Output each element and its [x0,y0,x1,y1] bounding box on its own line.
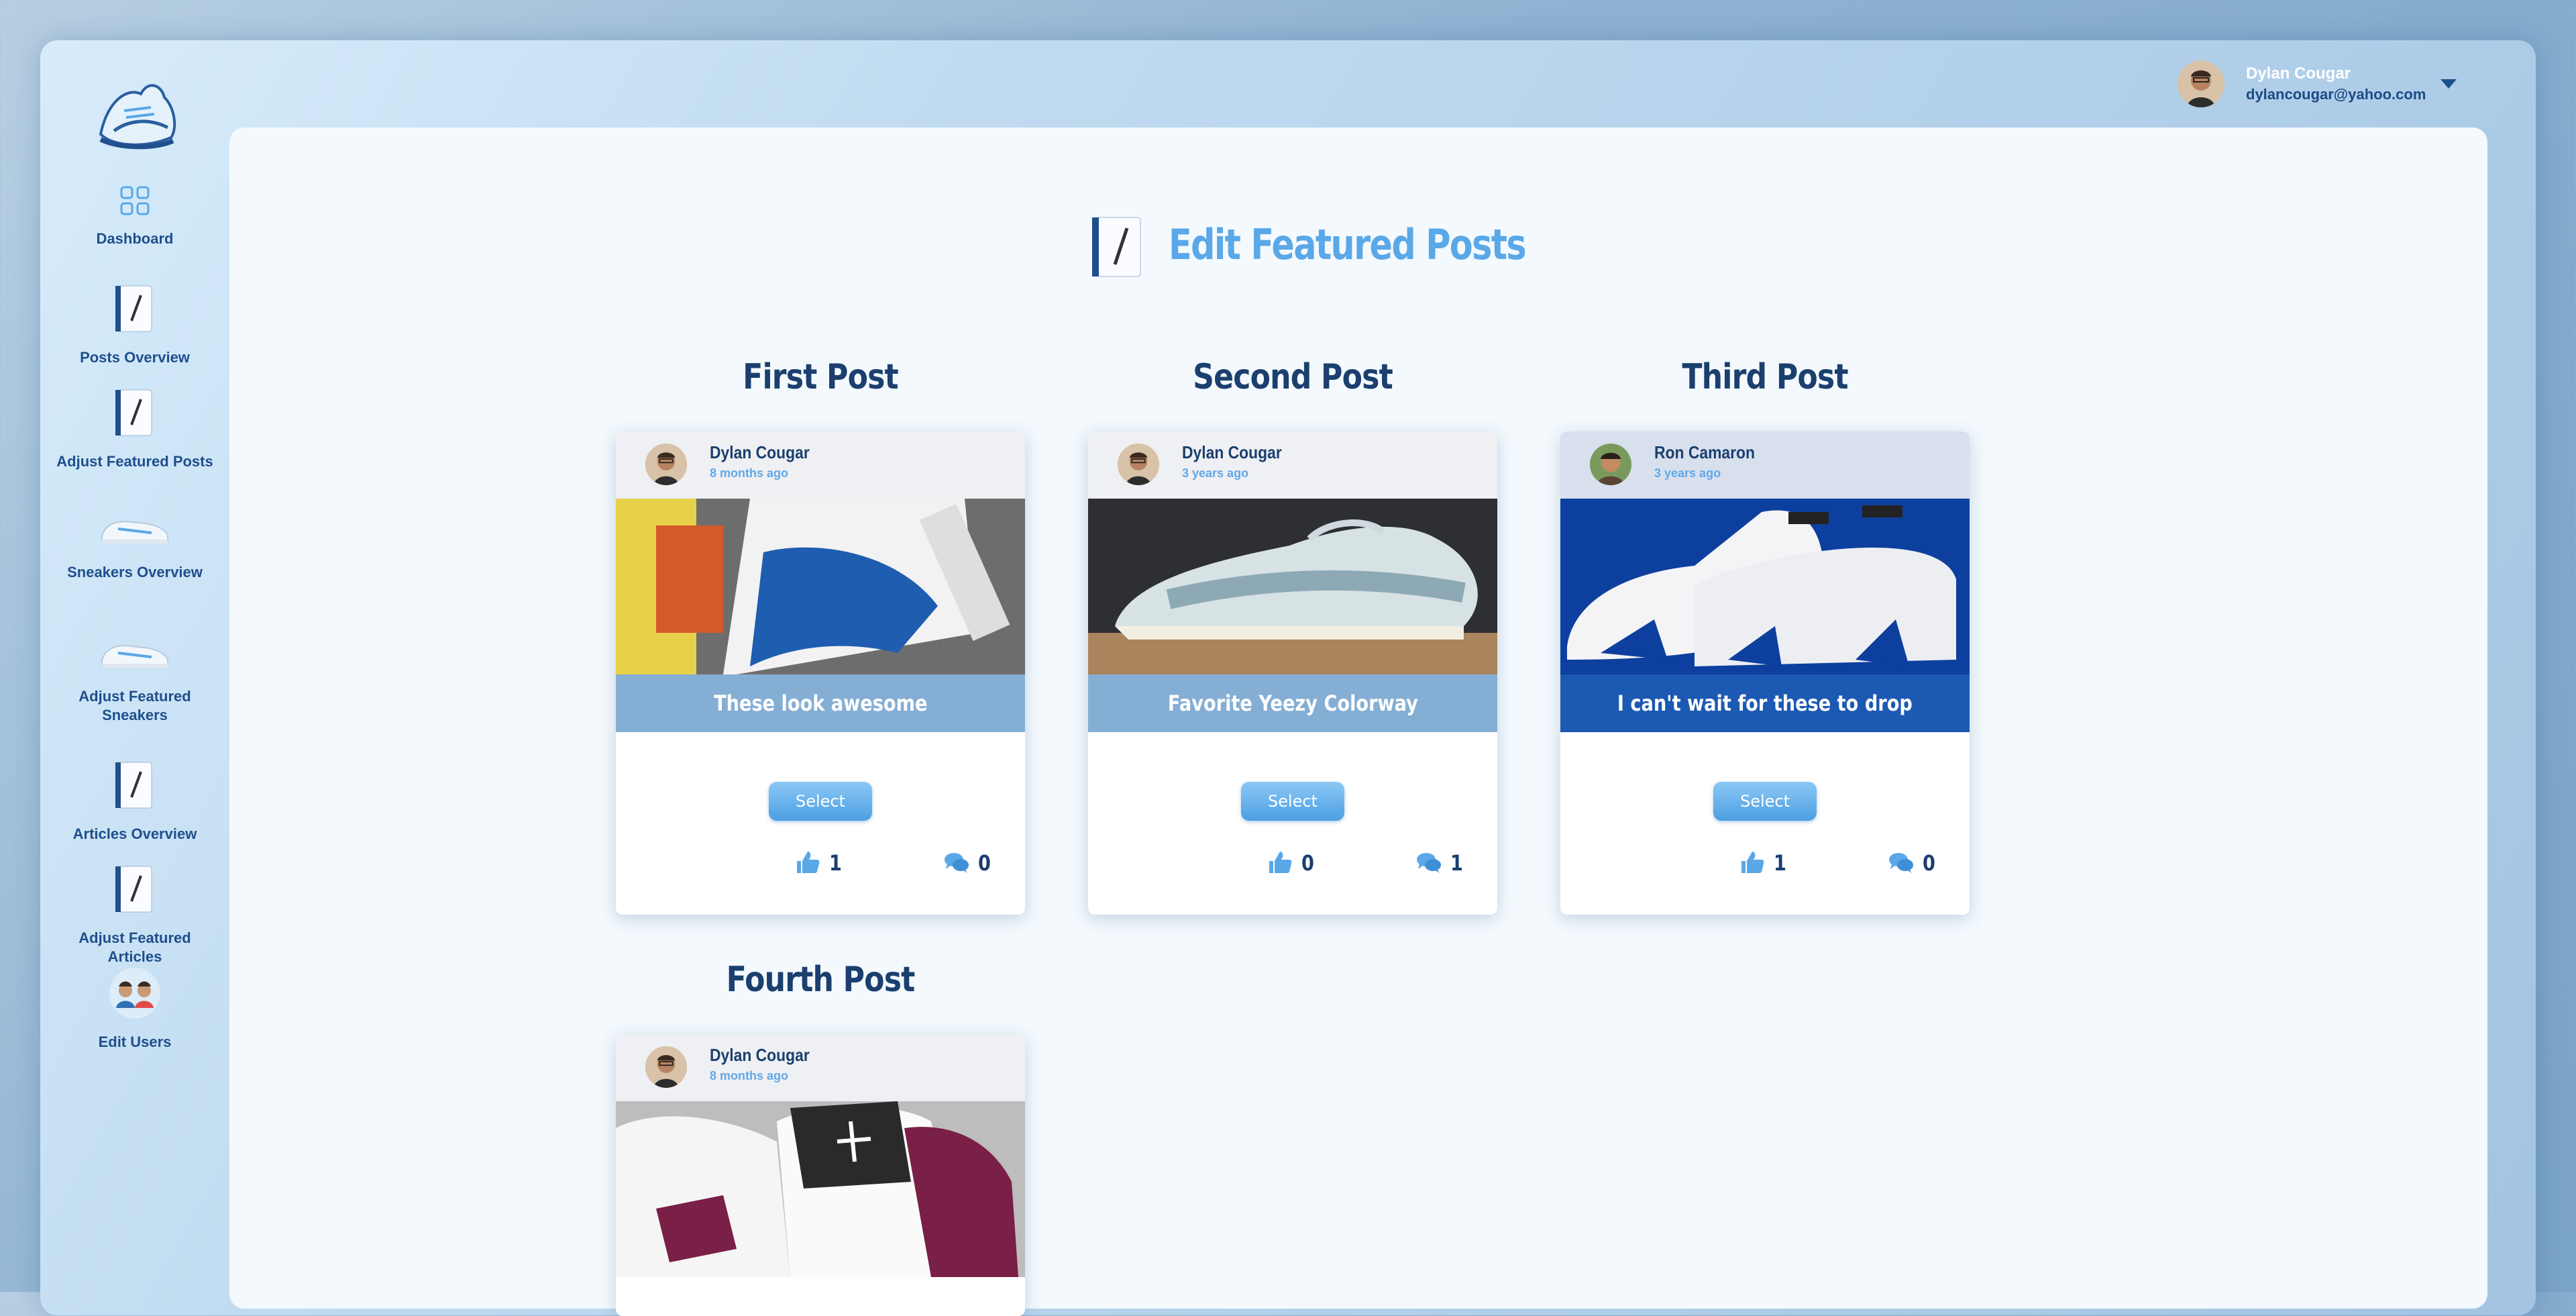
post-caption: I can't wait for these to drop [1560,674,1970,732]
avatar [2178,60,2224,107]
post-author: Dylan Cougar [710,442,810,462]
chevron-down-icon[interactable] [2440,79,2457,89]
select-button[interactable]: Select [1241,782,1344,821]
post-card[interactable]: Dylan Cougar 8 months ago [616,1034,1025,1316]
card-header: Dylan Cougar 8 months ago [616,1034,1025,1101]
sidebar-item-adjust-featured-articles[interactable]: Adjust Featured Articles [40,862,229,966]
slot-title: Fourth Post [726,960,916,1000]
card-header: Dylan Cougar 3 years ago [1088,432,1497,499]
sidebar-item-sneakers-overview[interactable]: Sneakers Overview [40,503,229,582]
comments-icon [943,853,970,878]
sidebar-item-adjust-featured-sneakers[interactable]: Adjust Featured Sneakers [40,627,229,725]
user-email: dylancougar@yahoo.com [2246,86,2426,103]
sidebar-item-edit-users[interactable]: Edit Users [40,966,229,1052]
comments-stat[interactable]: 1 [1415,849,1463,878]
post-time: 3 years ago [1182,466,1249,480]
comments-stat[interactable]: 0 [1888,849,1935,878]
post-author: Dylan Cougar [1182,442,1282,462]
avatar [1590,444,1631,485]
sneaker-icon [40,627,229,678]
sidebar-item-label: Sneakers Overview [67,564,203,580]
sidebar-item-dashboard[interactable]: Dashboard [40,185,229,248]
comments-icon [1888,853,1915,878]
post-author: Ron Camaron [1654,442,1756,462]
grid-icon [40,185,229,220]
card-header: Dylan Cougar 8 months ago [616,432,1025,499]
notebook-icon [1088,213,1148,284]
sneaker-logo-icon[interactable] [87,74,181,161]
post-image [616,1101,1025,1277]
post-caption: These look awesome [616,674,1025,732]
sidebar: Dashboard Posts Overview Adjust Featured… [40,40,229,1292]
post-card[interactable]: Dylan Cougar 8 months ago These look awe… [616,432,1025,915]
likes-count: 1 [829,850,842,876]
notebook-icon [40,862,229,919]
likes-stat[interactable]: 1 [1739,849,1786,878]
likes-count: 0 [1301,850,1314,876]
select-button[interactable]: Select [1713,782,1817,821]
sidebar-item-adjust-featured-posts[interactable]: Adjust Featured Posts [40,386,229,471]
comments-icon [1415,853,1442,878]
avatar [1118,444,1159,485]
sidebar-item-label: Articles Overview [72,825,197,842]
thumbs-up-icon [794,852,821,878]
sidebar-item-label: Edit Users [98,1033,172,1050]
thumbs-up-icon [1739,852,1766,878]
card-header: Ron Camaron 3 years ago [1560,432,1970,499]
likes-count: 1 [1774,850,1786,876]
user-name: Dylan Cougar [2246,64,2351,83]
comments-count: 0 [978,850,991,876]
sneaker-icon [40,503,229,554]
post-card[interactable]: Ron Camaron 3 years ago I can't wait for… [1560,432,1970,915]
user-menu[interactable]: Dylan Cougar dylancougar@yahoo.com [2174,60,2469,107]
avatar [645,1046,687,1088]
comments-count: 1 [1450,850,1463,876]
comments-count: 0 [1923,850,1935,876]
slot-title: Second Post [1193,357,1393,397]
slot-title: Third Post [1682,357,1848,397]
sidebar-item-articles-overview[interactable]: Articles Overview [40,758,229,844]
notebook-icon [40,386,229,443]
post-author: Dylan Cougar [710,1045,810,1065]
page-header: Edit Featured Posts [1088,208,1625,282]
post-time: 3 years ago [1654,466,1721,480]
sidebar-item-label: Posts Overview [80,349,190,366]
post-image [1088,499,1497,674]
comments-stat[interactable]: 0 [943,849,991,878]
post-caption: Favorite Yeezy Colorway [1088,674,1497,732]
likes-stat[interactable]: 0 [1267,849,1314,878]
post-image [1560,499,1970,674]
avatar [645,444,687,485]
page-title: Edit Featured Posts [1169,220,1527,269]
main-panel: Edit Featured Posts First Post Dylan Cou… [229,128,2487,1316]
sidebar-item-posts-overview[interactable]: Posts Overview [40,282,229,367]
sidebar-item-label: Adjust Featured Articles [78,929,191,965]
users-icon [40,966,229,1023]
notebook-icon [40,282,229,339]
slot-title: First Post [743,357,899,397]
thumbs-up-icon [1267,852,1293,878]
select-button[interactable]: Select [769,782,872,821]
post-time: 8 months ago [710,1069,789,1082]
post-time: 8 months ago [710,466,789,480]
likes-stat[interactable]: 1 [794,849,842,878]
sidebar-item-label: Adjust Featured Sneakers [78,688,191,723]
sidebar-item-label: Dashboard [96,230,174,247]
sidebar-item-label: Adjust Featured Posts [56,453,213,470]
notebook-icon [40,758,229,815]
post-card[interactable]: Dylan Cougar 3 years ago Favorite Yeezy … [1088,432,1497,915]
post-image [616,499,1025,674]
